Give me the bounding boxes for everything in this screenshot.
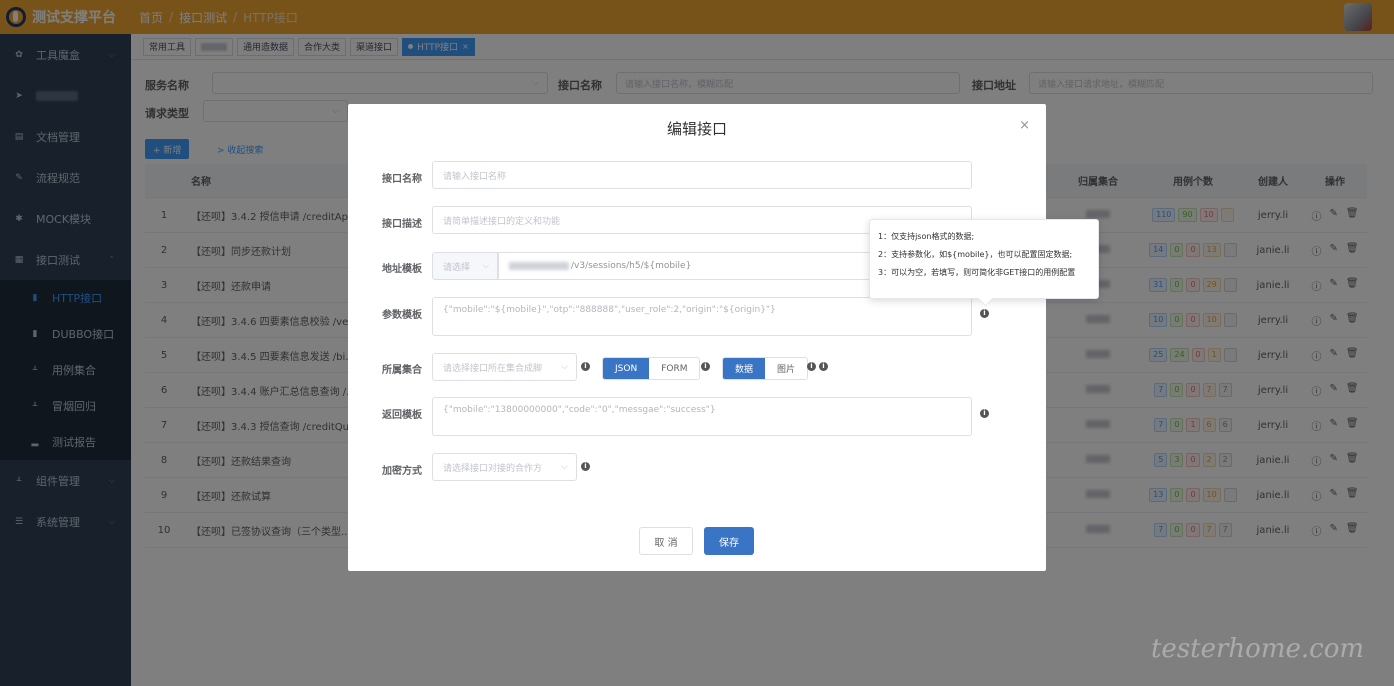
name-input[interactable]: 请输入接口名称 — [432, 161, 972, 189]
return-textarea[interactable]: {"mobile":"13800000000","code":"0","mess… — [432, 397, 972, 436]
chevron-down-icon: ⌵ — [561, 362, 568, 372]
image-button[interactable]: 图片 — [765, 358, 808, 379]
params-tooltip: 1：仅支持json格式的数据; 2：支持参数化，如${mobile}，也可以配置… — [869, 219, 1099, 299]
close-icon[interactable]: × — [1019, 118, 1030, 133]
info-icon[interactable]: i — [819, 362, 828, 371]
tooltip-line: 3：可以为空，若填写，则可简化非GET接口的用例配置 — [878, 268, 1076, 277]
watermark-script: testerhome.com — [1150, 634, 1364, 664]
collection-label: 所属集合 — [382, 365, 422, 376]
placeholder: 请简单描述接口的定义和功能 — [443, 216, 561, 227]
return-label: 返回模板 — [382, 410, 422, 421]
params-label: 参数模板 — [382, 310, 422, 321]
placeholder: 请输入接口名称 — [443, 171, 507, 182]
desc-label: 接口描述 — [382, 219, 422, 230]
placeholder: 请选择接口所在集合成脚 — [443, 363, 543, 374]
data-button[interactable]: 数据 — [723, 358, 766, 379]
addr-label: 地址模板 — [382, 264, 422, 275]
info-icon[interactable]: i — [581, 362, 590, 371]
info-icon[interactable]: i — [581, 462, 590, 471]
chevron-down-icon: ⌵ — [482, 261, 489, 270]
info-icon[interactable]: i — [807, 362, 816, 371]
addr-prefix-select[interactable]: 请选择 ⌵ — [432, 252, 498, 280]
placeholder: 请选择接口对接的合作方 — [443, 463, 543, 474]
encrypt-label: 加密方式 — [382, 466, 422, 477]
tooltip-line: 1：仅支持json格式的数据; — [878, 232, 975, 241]
cancel-button[interactable]: 取 消 — [639, 527, 693, 555]
return-value: {"mobile":"13800000000","code":"0","mess… — [443, 405, 716, 415]
tooltip-line: 2：支持参数化，如${mobile}，也可以配置固定数据; — [878, 250, 1073, 259]
collection-select[interactable]: 请选择接口所在集合成脚 ⌵ — [432, 353, 577, 381]
params-value: {"mobile":"${mobile}","otp":"888888","us… — [443, 305, 776, 315]
chevron-down-icon: ⌵ — [561, 462, 568, 472]
edit-interface-dialog: 编辑接口 × 接口名称 请输入接口名称 接口描述 请简单描述接口的定义和功能 地… — [348, 104, 1046, 571]
blurred-host — [509, 262, 569, 270]
addr-value: /v3/sessions/h5/${mobile} — [571, 261, 692, 271]
format-json-button[interactable]: JSON — [603, 358, 650, 379]
save-button[interactable]: 保存 — [704, 527, 754, 555]
params-textarea[interactable]: {"mobile":"${mobile}","otp":"888888","us… — [432, 297, 972, 336]
encrypt-select[interactable]: 请选择接口对接的合作方 ⌵ — [432, 453, 577, 481]
info-icon[interactable]: i — [980, 409, 989, 418]
type-toggle: 数据 图片 — [722, 357, 809, 380]
info-icon[interactable]: i — [980, 309, 989, 318]
dialog-title: 编辑接口 — [666, 120, 727, 138]
name-label: 接口名称 — [382, 174, 422, 185]
format-form-button[interactable]: FORM — [649, 358, 700, 379]
placeholder: 请选择 — [443, 262, 471, 273]
format-toggle: JSON FORM — [602, 357, 701, 380]
info-icon[interactable]: i — [701, 362, 710, 371]
